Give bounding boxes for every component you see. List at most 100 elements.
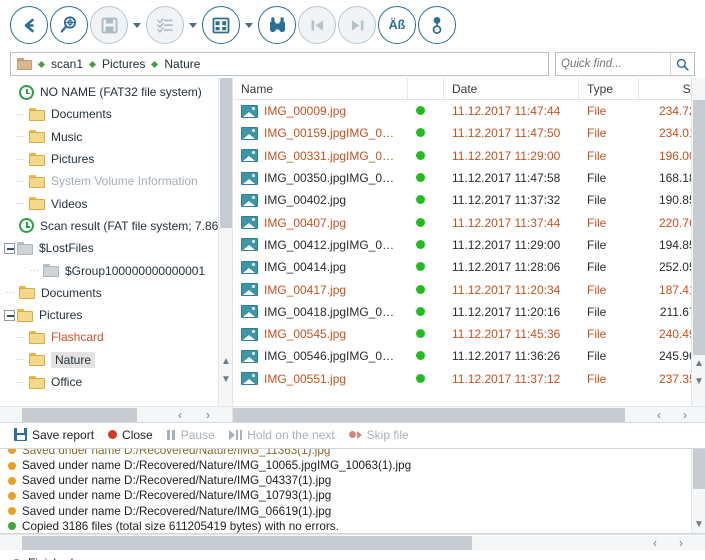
log-hscroll-thumb[interactable] [22, 536, 472, 550]
status-badge [408, 193, 444, 207]
table-row[interactable]: IMG_00009.jpg 11.12.2017 11:47:44 File 234.… [233, 100, 705, 122]
tree-hscroll-right-button[interactable]: › [198, 407, 218, 423]
encoding-button[interactable]: Äß [378, 6, 416, 44]
file-date-cell: 11.12.2017 11:29:00 [452, 148, 561, 163]
breadcrumb[interactable]: scan1 Pictures Nature [10, 52, 549, 76]
breadcrumb-item-2[interactable]: Nature [164, 57, 200, 71]
table-row[interactable]: IMG_00331.jpgIMG_0015... 11.12.2017 11:29… [233, 145, 705, 167]
log-horizontal-scrollbar[interactable]: ‹ › [0, 534, 705, 550]
tree-hscroll-thumb[interactable] [22, 408, 137, 422]
log-scrollbar-thumb[interactable] [693, 449, 705, 489]
tree-item-2[interactable]: ⋯ Music [0, 126, 232, 148]
back-button[interactable] [10, 6, 48, 44]
tree-item-7[interactable]: $LostFiles [0, 237, 232, 259]
chevron-down-icon [245, 22, 253, 28]
skip-file-button[interactable]: Skip file [348, 428, 409, 442]
file-list-hscroll-left-button[interactable]: ‹ [649, 407, 669, 423]
checklist-button[interactable] [146, 6, 184, 44]
quick-find[interactable] [555, 52, 695, 76]
tree-scrollbar-thumb[interactable] [220, 78, 232, 228]
tree-item-0[interactable]: NO NAME (FAT32 file system) [0, 81, 232, 103]
tree-item-1[interactable]: ⋯ Documents [0, 103, 232, 125]
tree-item-label: System Volume Information [51, 174, 198, 189]
tree-item-13[interactable]: ⋯ Office [0, 371, 232, 393]
breadcrumb-separator-icon [88, 60, 97, 68]
tree-item-5[interactable]: ⋯ Videos [0, 192, 232, 214]
close-button[interactable]: Close [108, 428, 153, 442]
tree-connector-icon: ⋯ [15, 376, 26, 387]
step-forward-icon [351, 20, 363, 30]
file-list-panel: Name Date Type Size IMG_00009.jpg 11.12.2… [232, 78, 705, 406]
collapse-toggle-icon[interactable] [4, 242, 15, 254]
breadcrumb-item-1[interactable]: Pictures [102, 57, 145, 71]
image-file-icon [241, 149, 258, 163]
folder-yellow-icon [29, 130, 45, 144]
tree-item-8[interactable]: ⋯ $Group100000000000001 [0, 259, 232, 281]
tree-item-10[interactable]: Pictures [0, 304, 232, 326]
view-mode-button[interactable] [202, 6, 240, 44]
scan-button[interactable] [50, 6, 88, 44]
table-row[interactable]: IMG_00402.jpg 11.12.2017 11:37:32 File 190.… [233, 189, 705, 211]
table-row[interactable]: IMG_00545.jpg 11.12.2017 11:45:36 File 240.… [233, 323, 705, 345]
hold-on-next-button[interactable]: Hold on the next [228, 428, 335, 442]
log-hscroll-left-button[interactable]: ‹ [645, 535, 665, 551]
table-row[interactable]: IMG_00412.jpgIMG_0040... 11.12.2017 11:29… [233, 234, 705, 256]
log-scroll-down-button[interactable]: ▼ [692, 516, 705, 533]
log-bullet-icon [8, 491, 16, 500]
log-bullet-icon [8, 476, 16, 485]
file-list-vertical-scrollbar[interactable]: ▲ ▼ [691, 78, 705, 406]
save-button[interactable] [90, 6, 128, 44]
column-header-status[interactable] [408, 78, 444, 100]
tree-item-12[interactable]: ⋯ Nature [0, 349, 232, 371]
file-list-hscroll-right-button[interactable]: › [675, 407, 695, 423]
tree-scroll-down-button[interactable]: ▼ [219, 371, 232, 388]
next-button[interactable] [338, 6, 376, 44]
collapse-toggle-icon[interactable] [4, 309, 15, 321]
tree-connector-icon: ⋯ [15, 108, 26, 119]
table-row[interactable]: IMG_00551.jpg 11.12.2017 11:37:12 File 237.… [233, 368, 705, 390]
table-row[interactable]: IMG_00350.jpgIMG_0033... 11.12.2017 11:47… [233, 167, 705, 189]
tree-hscroll-left-button[interactable]: ‹ [170, 407, 190, 423]
arrow-left-icon [24, 18, 34, 32]
account-button[interactable] [418, 6, 456, 44]
previous-button[interactable] [298, 6, 336, 44]
column-header-type[interactable]: Type [579, 78, 639, 100]
table-row[interactable]: IMG_00407.jpg 11.12.2017 11:37:44 File 220.… [233, 211, 705, 233]
search-button[interactable] [670, 53, 694, 75]
tree-vertical-scrollbar[interactable]: ▲ ▼ [218, 78, 232, 406]
file-name-cell: IMG_00414.jpg [233, 260, 408, 274]
log-vertical-scrollbar[interactable]: ▼ [691, 449, 705, 533]
save-report-button[interactable]: Save report [14, 428, 94, 442]
view-mode-dropdown-caret[interactable] [242, 6, 256, 44]
tree-horizontal-scrollbar[interactable]: ‹ › [0, 406, 232, 422]
file-list-hscroll-thumb[interactable] [233, 408, 625, 422]
file-name-label: IMG_00551.jpg [264, 371, 347, 386]
tree-item-3[interactable]: ⋯ Pictures [0, 148, 232, 170]
column-header-name[interactable]: Name [233, 78, 408, 100]
find-button[interactable] [258, 6, 296, 44]
file-list-horizontal-scrollbar[interactable]: ‹ › [232, 406, 705, 422]
folder-gray-icon [43, 264, 59, 278]
table-row[interactable]: IMG_00417.jpg 11.12.2017 11:20:34 File 187.… [233, 278, 705, 300]
tree-item-9[interactable]: ⋯ Documents [0, 282, 232, 304]
column-header-date[interactable]: Date [444, 78, 579, 100]
tree-item-4[interactable]: ⋯ System Volume Information [0, 170, 232, 192]
table-row[interactable]: IMG_00418.jpgIMG_0041... 11.12.2017 11:20… [233, 301, 705, 323]
table-row[interactable]: IMG_00159.jpgIMG_0000... 11.12.2017 11:47… [233, 122, 705, 144]
file-list-scroll-up-button[interactable]: ▲ [692, 355, 705, 372]
tree-item-6[interactable]: Scan result (FAT file system; 7.86 GB in [0, 215, 232, 237]
search-input[interactable] [556, 53, 670, 75]
tree-item-11[interactable]: ⋯ Flashcard [0, 326, 232, 348]
tree-scroll-up-button[interactable]: ▲ [219, 353, 232, 370]
image-file-icon [241, 238, 258, 252]
breadcrumb-item-0[interactable]: scan1 [51, 57, 83, 71]
table-row[interactable]: IMG_00414.jpg 11.12.2017 11:28:06 File 252.… [233, 256, 705, 278]
pause-button[interactable]: Pause [166, 428, 215, 442]
log-hscroll-right-button[interactable]: › [671, 535, 691, 551]
save-dropdown-caret[interactable] [130, 6, 144, 44]
file-list-scroll-down-button[interactable]: ▼ [692, 373, 705, 390]
checklist-dropdown-caret[interactable] [186, 6, 200, 44]
table-row[interactable]: IMG_00546.jpgIMG_0054... 11.12.2017 11:36… [233, 345, 705, 367]
file-list-scrollbar-thumb[interactable] [693, 100, 705, 355]
